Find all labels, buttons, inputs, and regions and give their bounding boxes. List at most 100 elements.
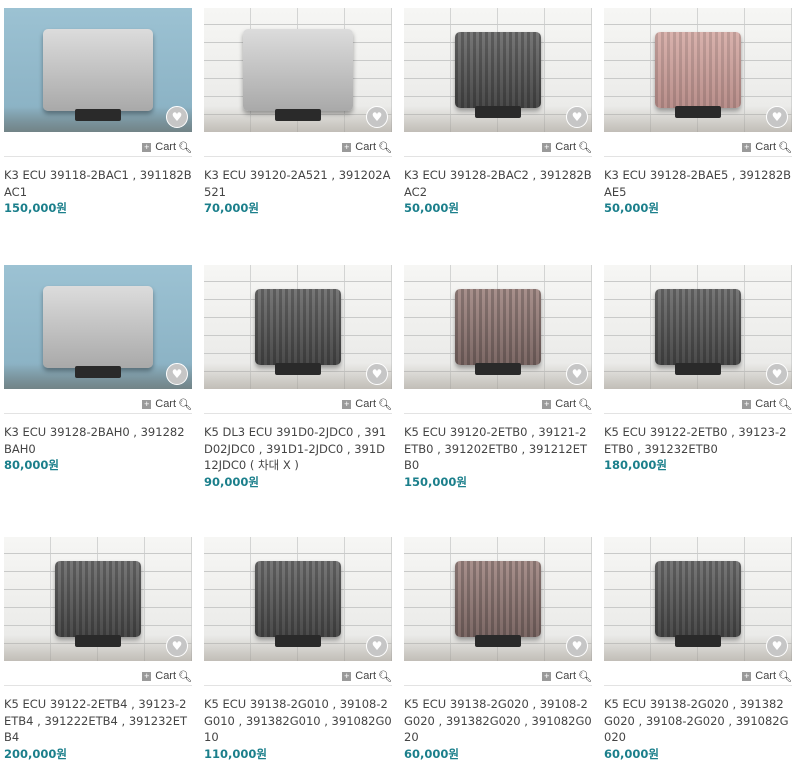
product-card[interactable]: ♥ + Cart 🔍︎ K5 ECU 39122-2ETB0 , 39123-2… [604, 265, 792, 474]
wishlist-heart-icon[interactable]: ♥ [166, 106, 188, 128]
product-image[interactable]: ♥ [4, 537, 192, 661]
wishlist-heart-icon[interactable]: ♥ [366, 106, 388, 128]
add-to-cart-button[interactable]: + Cart 🔍︎ [604, 667, 792, 686]
add-to-cart-button[interactable]: + Cart 🔍︎ [604, 395, 792, 414]
product-image[interactable]: ♥ [204, 8, 392, 132]
zoom-icon[interactable]: 🔍︎ [778, 670, 792, 683]
product-title[interactable]: K5 ECU 39122-2ETB0 , 39123-2ETB0 , 39123… [604, 424, 792, 457]
product-price: 60,000원 [404, 746, 459, 761]
product-card[interactable]: ♥ + Cart 🔍︎ K5 ECU 39138-2G020 , 391382G… [604, 537, 792, 763]
connector-shape [475, 363, 521, 375]
product-title[interactable]: K3 ECU 39128-2BAE5 , 391282BAE5 [604, 167, 792, 200]
add-to-cart-button[interactable]: + Cart 🔍︎ [204, 138, 392, 157]
connector-shape [675, 106, 721, 118]
product-card[interactable]: ♥ + Cart 🔍︎ K3 ECU 39128-2BAE5 , 391282B… [604, 8, 792, 217]
product-image[interactable]: ♥ [404, 537, 592, 661]
product-card[interactable]: ♥ + Cart 🔍︎ K3 ECU 39128-2BAH0 , 391282B… [4, 265, 192, 474]
product-title[interactable]: K3 ECU 39120-2A521 , 391202A521 [204, 167, 392, 200]
product-image[interactable]: ♥ [204, 537, 392, 661]
add-to-cart-button[interactable]: + Cart 🔍︎ [4, 667, 192, 686]
wishlist-heart-icon[interactable]: ♥ [566, 363, 588, 385]
product-image[interactable]: ♥ [204, 265, 392, 389]
ecu-photo [655, 32, 741, 118]
ecu-photo [655, 561, 741, 647]
product-title[interactable]: K5 ECU 39138-2G010 , 39108-2G010 , 39138… [204, 696, 392, 746]
add-to-cart-button[interactable]: + Cart 🔍︎ [604, 138, 792, 157]
product-price: 150,000원 [404, 474, 467, 489]
product-image[interactable]: ♥ [404, 265, 592, 389]
product-title[interactable]: K5 ECU 39138-2G020 , 39108-2G020 , 39138… [404, 696, 592, 746]
connector-shape [675, 635, 721, 647]
add-to-cart-button[interactable]: + Cart 🔍︎ [4, 138, 192, 157]
zoom-icon[interactable]: 🔍︎ [578, 398, 592, 411]
zoom-icon[interactable]: 🔍︎ [178, 670, 192, 683]
connector-shape [675, 363, 721, 375]
product-title[interactable]: K3 ECU 39128-2BAC2 , 391282BAC2 [404, 167, 592, 200]
connector-shape [275, 109, 321, 121]
product-title[interactable]: K3 ECU 39118-2BAC1 , 391182BAC1 [4, 167, 192, 200]
plus-icon: + [542, 141, 552, 152]
zoom-icon[interactable]: 🔍︎ [378, 141, 392, 154]
product-card[interactable]: ♥ + Cart 🔍︎ K5 ECU 39138-2G010 , 39108-2… [204, 537, 392, 763]
cart-label: Cart [755, 141, 777, 153]
ecu-photo [243, 29, 353, 121]
product-title[interactable]: K3 ECU 39128-2BAH0 , 391282BAH0 [4, 424, 192, 457]
add-to-cart-button[interactable]: + Cart 🔍︎ [404, 667, 592, 686]
wishlist-heart-icon[interactable]: ♥ [766, 106, 788, 128]
zoom-icon[interactable]: 🔍︎ [778, 141, 792, 154]
wishlist-heart-icon[interactable]: ♥ [566, 106, 588, 128]
product-title[interactable]: K5 DL3 ECU 391D0-2JDC0 , 391D02JDC0 , 39… [204, 424, 392, 474]
product-price: 90,000원 [204, 474, 259, 489]
product-price: 150,000원 [4, 201, 67, 215]
plus-icon: + [142, 670, 152, 681]
connector-shape [475, 635, 521, 647]
zoom-icon[interactable]: 🔍︎ [178, 141, 192, 154]
cart-label: Cart [555, 670, 577, 682]
plus-icon: + [542, 398, 552, 409]
product-image[interactable]: ♥ [4, 8, 192, 132]
product-title[interactable]: K5 ECU 39122-2ETB4 , 39123-2ETB4 , 39122… [4, 696, 192, 746]
zoom-icon[interactable]: 🔍︎ [578, 141, 592, 154]
wishlist-heart-icon[interactable]: ♥ [366, 635, 388, 657]
cart-label: Cart [755, 398, 777, 410]
product-card[interactable]: ♥ + Cart 🔍︎ K3 ECU 39120-2A521 , 391202A… [204, 8, 392, 217]
product-card[interactable]: ♥ + Cart 🔍︎ K5 DL3 ECU 391D0-2JDC0 , 391… [204, 265, 392, 491]
zoom-icon[interactable]: 🔍︎ [578, 670, 592, 683]
product-card[interactable]: ♥ + Cart 🔍︎ K3 ECU 39128-2BAC2 , 391282B… [404, 8, 592, 217]
ecu-photo [255, 289, 341, 375]
add-to-cart-button[interactable]: + Cart 🔍︎ [404, 395, 592, 414]
product-title[interactable]: K5 ECU 39138-2G020 , 391382G020 , 39108-… [604, 696, 792, 746]
add-to-cart-button[interactable]: + Cart 🔍︎ [404, 138, 592, 157]
product-card[interactable]: ♥ + Cart 🔍︎ K3 ECU 39118-2BAC1 , 391182B… [4, 8, 192, 217]
product-image[interactable]: ♥ [604, 265, 792, 389]
connector-shape [75, 366, 121, 378]
add-to-cart-button[interactable]: + Cart 🔍︎ [204, 395, 392, 414]
wishlist-heart-icon[interactable]: ♥ [766, 635, 788, 657]
ecu-photo [455, 32, 541, 118]
wishlist-heart-icon[interactable]: ♥ [166, 635, 188, 657]
connector-shape [75, 635, 121, 647]
product-price: 110,000원 [204, 746, 267, 761]
product-image[interactable]: ♥ [604, 8, 792, 132]
product-card[interactable]: ♥ + Cart 🔍︎ K5 ECU 39138-2G020 , 39108-2… [404, 537, 592, 763]
product-image[interactable]: ♥ [604, 537, 792, 661]
product-card[interactable]: ♥ + Cart 🔍︎ K5 ECU 39122-2ETB4 , 39123-2… [4, 537, 192, 763]
ecu-photo [655, 289, 741, 375]
add-to-cart-button[interactable]: + Cart 🔍︎ [4, 395, 192, 414]
product-card[interactable]: ♥ + Cart 🔍︎ K5 ECU 39120-2ETB0 , 39121-2… [404, 265, 592, 491]
zoom-icon[interactable]: 🔍︎ [378, 398, 392, 411]
product-image[interactable]: ♥ [404, 8, 592, 132]
cart-label: Cart [155, 141, 177, 153]
wishlist-heart-icon[interactable]: ♥ [766, 363, 788, 385]
wishlist-heart-icon[interactable]: ♥ [166, 363, 188, 385]
wishlist-heart-icon[interactable]: ♥ [566, 635, 588, 657]
product-grid: ♥ + Cart 🔍︎ K3 ECU 39118-2BAC1 , 391182B… [0, 0, 800, 765]
product-title[interactable]: K5 ECU 39120-2ETB0 , 39121-2ETB0 , 39120… [404, 424, 592, 474]
add-to-cart-button[interactable]: + Cart 🔍︎ [204, 667, 392, 686]
zoom-icon[interactable]: 🔍︎ [378, 670, 392, 683]
plus-icon: + [742, 670, 752, 681]
product-image[interactable]: ♥ [4, 265, 192, 389]
zoom-icon[interactable]: 🔍︎ [178, 398, 192, 411]
wishlist-heart-icon[interactable]: ♥ [366, 363, 388, 385]
zoom-icon[interactable]: 🔍︎ [778, 398, 792, 411]
